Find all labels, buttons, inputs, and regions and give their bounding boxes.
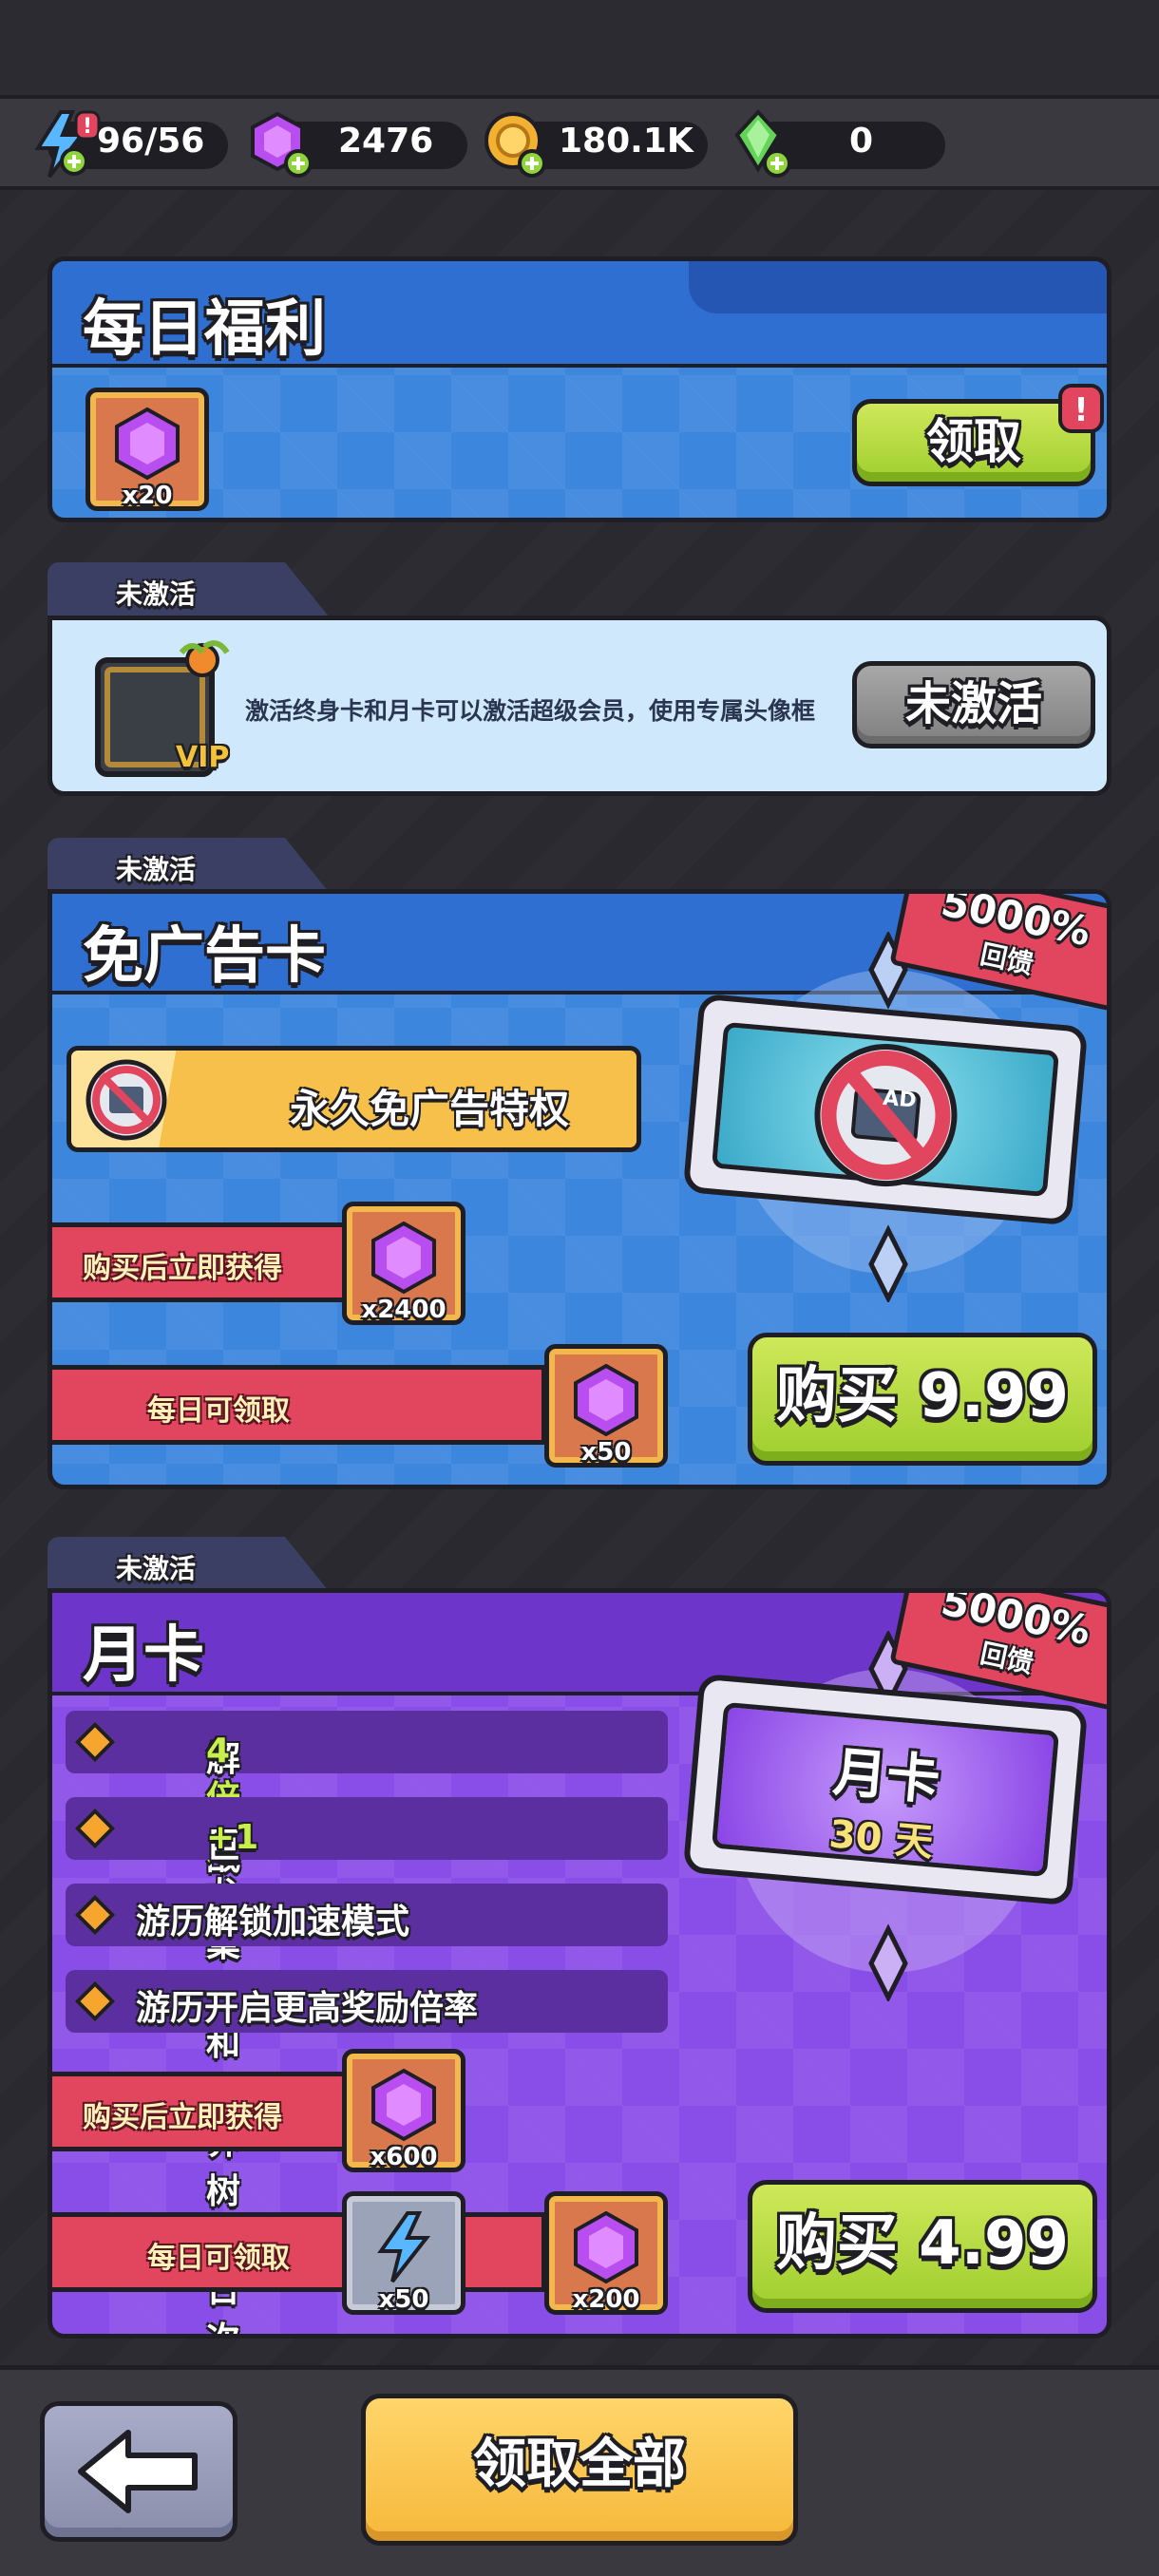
buy-label: 购买 9.99 — [775, 1361, 1070, 1431]
back-arrow-icon — [78, 2430, 198, 2513]
claim-all-button[interactable]: 领取全部 — [361, 2394, 798, 2546]
gem-icon — [371, 2068, 436, 2142]
daily-energy-item[interactable]: x50 — [342, 2191, 466, 2315]
energy-value: 96/56 — [97, 122, 205, 161]
gem-icon — [115, 407, 180, 481]
back-button[interactable] — [40, 2401, 238, 2542]
buy-now-gem-item[interactable]: x2400 — [342, 1202, 466, 1325]
coin-value: 180.1K — [559, 122, 694, 161]
monthly-card-panel: 月卡 月卡 30 天 5000% 回馈 解锁 战斗4倍速 巨龙巢穴和星界树每日次… — [48, 1588, 1112, 2339]
monthly-title: 月卡 — [83, 1620, 204, 1691]
no-ad-small-icon — [86, 1059, 167, 1141]
header-accent — [689, 261, 1107, 313]
buy-now-ribbon: 购买后立即获得 — [52, 2072, 370, 2151]
energy-icon — [377, 2211, 431, 2283]
crystal-value: 0 — [849, 122, 874, 161]
claim-label: 领取 — [926, 414, 1021, 469]
gem-icon — [574, 1363, 638, 1437]
energy-icon[interactable]: ! — [25, 106, 101, 182]
adfree-card-panel: 免广告卡 AD 5000% 回馈 永久免广告特权 购买后立即获得 x2400 每… — [48, 889, 1112, 1489]
top-bar: ! 96/56 2476 180.1K 0 — [0, 0, 1159, 190]
gem-plus-icon[interactable] — [245, 106, 321, 182]
vip-status-tab: 未激活 — [48, 562, 332, 621]
feature-text: 游历开启更高奖励倍率 — [136, 1989, 479, 2028]
no-ad-icon: AD — [814, 1044, 958, 1187]
item-count: x50 — [378, 2285, 429, 2314]
gem-icon — [574, 2210, 638, 2284]
gem-icon — [371, 1221, 436, 1295]
daily-welfare-panel: 每日福利 x20 领取 ! — [48, 256, 1112, 522]
coin-plus-icon[interactable] — [479, 106, 555, 182]
monthly-status-tab: 未激活 — [48, 1537, 332, 1596]
claim-all-label: 领取全部 — [473, 2434, 686, 2495]
ribbon-label: 每日可领取 — [147, 2242, 290, 2275]
monthly-buy-button[interactable]: 购买 4.99 — [748, 2180, 1097, 2313]
feature-row: 游历解锁加速模式 — [66, 1884, 668, 1946]
ribbon-label: 每日可领取 — [147, 1394, 290, 1428]
diamond-bullet-icon — [74, 1808, 116, 1849]
daily-gem-item[interactable]: x50 — [544, 1344, 668, 1468]
item-count: x20 — [122, 482, 173, 510]
feature-highlight: +1 — [206, 1818, 259, 1857]
item-count: x50 — [580, 1438, 632, 1467]
diamond-bullet-icon — [74, 1980, 116, 2022]
vip-inactive-button[interactable]: 未激活 — [852, 661, 1095, 748]
tab-label: 未激活 — [116, 578, 197, 610]
svg-text:!: ! — [1074, 391, 1089, 429]
vip-frame-label: VIP — [176, 741, 230, 774]
monthly-ticket: 月卡 30 天 — [682, 1673, 1089, 1906]
adfree-title: 免广告卡 — [83, 921, 326, 992]
shop-screen: ! 96/56 2476 180.1K 0 每日福利 x20 领取 ! 未激活 … — [0, 0, 1159, 2576]
vip-description: 激活终身卡和月卡可以激活超级会员，使用专属头像框 — [245, 697, 816, 725]
item-count: x200 — [572, 2285, 640, 2314]
daily-title: 每日福利 — [83, 294, 326, 365]
svg-text:!: ! — [83, 115, 92, 139]
item-count: x600 — [370, 2143, 438, 2171]
adfree-status-tab: 未激活 — [48, 838, 332, 897]
alert-icon: ! — [1058, 384, 1104, 433]
ribbon-label: 购买后立即获得 — [83, 1252, 282, 1285]
crystal-plus-icon[interactable] — [724, 106, 800, 182]
buy-label: 购买 4.99 — [775, 2208, 1070, 2279]
feature-row: 巨龙巢穴和星界树每日次数 +1 — [66, 1797, 668, 2334]
adfree-buy-button[interactable]: 购买 9.99 — [748, 1333, 1097, 1466]
feature-row: 游历开启更高奖励倍率 — [66, 1970, 668, 2033]
privilege-bar: 永久免广告特权 — [66, 1046, 641, 1152]
adfree-ticket: AD — [682, 993, 1089, 1226]
diamond-bullet-icon — [74, 1721, 116, 1763]
privilege-text: 永久免广告特权 — [290, 1086, 570, 1132]
feature-text: 游历解锁加速模式 — [136, 1903, 410, 1941]
gem-value: 2476 — [338, 122, 434, 161]
tab-label: 未激活 — [116, 1553, 197, 1584]
daily-ribbon: 每日可领取 — [52, 1365, 546, 1445]
no-ad-label: AD — [882, 1087, 917, 1113]
ribbon-label: 购买后立即获得 — [83, 2101, 282, 2134]
daily-ribbon: 每日可领取 — [52, 2212, 546, 2292]
daily-gem-item[interactable]: x200 — [544, 2191, 668, 2315]
tab-label: 未激活 — [116, 854, 197, 885]
vip-status-label: 未激活 — [904, 677, 1042, 730]
feature-row: 解锁 战斗4倍速 — [66, 1711, 668, 1927]
buy-now-gem-item[interactable]: x600 — [342, 2049, 466, 2172]
item-count: x2400 — [361, 1296, 446, 1324]
daily-gem-item[interactable]: x20 — [86, 388, 209, 511]
vip-panel: VIP 激活终身卡和月卡可以激活超级会员，使用专属头像框 未激活 — [48, 616, 1112, 796]
diamond-bullet-icon — [74, 1894, 116, 1936]
buy-now-ribbon: 购买后立即获得 — [52, 1222, 370, 1302]
